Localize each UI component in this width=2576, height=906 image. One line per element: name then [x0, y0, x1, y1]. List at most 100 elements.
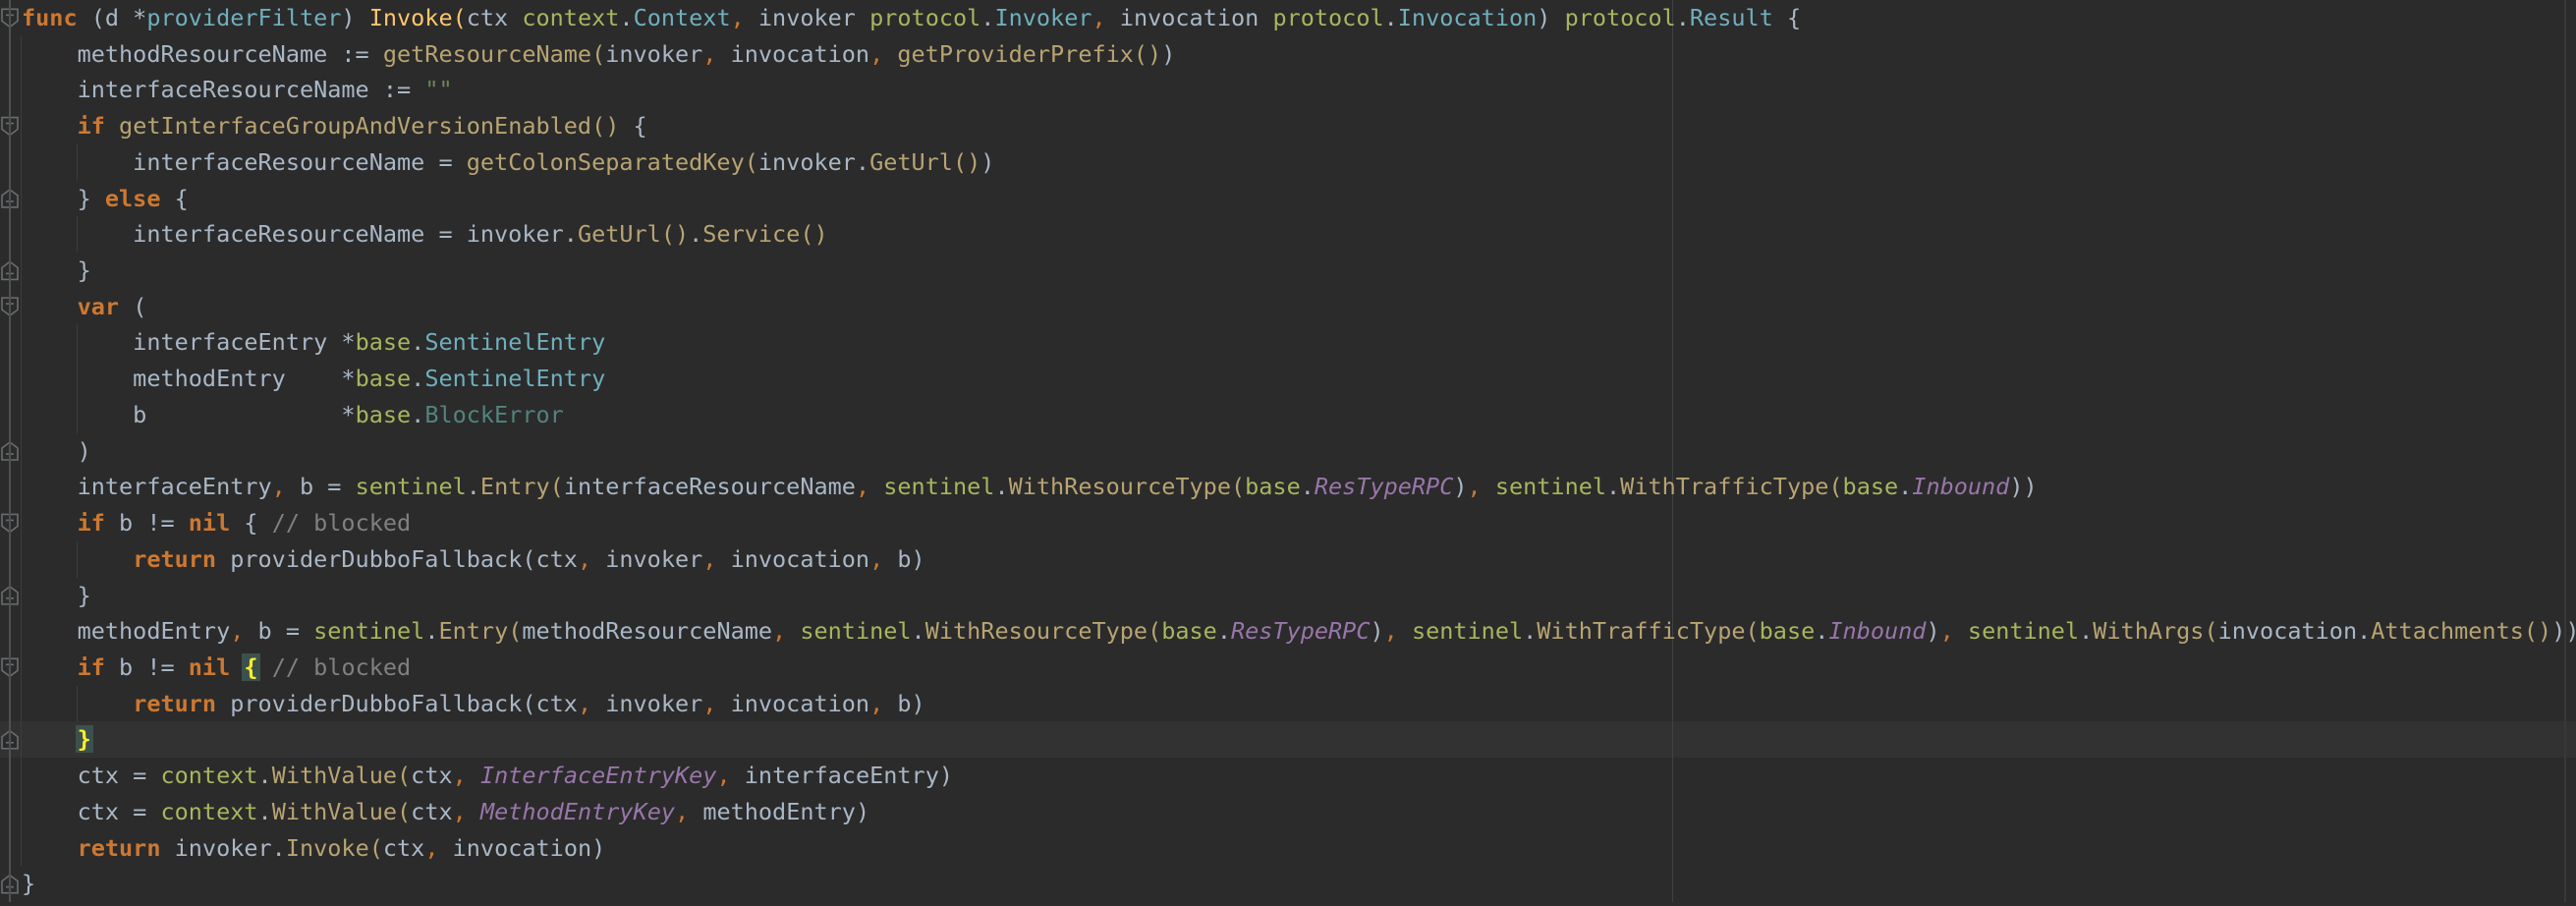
token-pkg: sentinel: [1968, 617, 2079, 645]
token-def: methodEntry: [22, 617, 230, 645]
token-def: )): [2009, 473, 2037, 500]
token-def: b =: [286, 473, 356, 500]
token-cst: Inbound: [1828, 617, 1926, 645]
token-def: invoker: [591, 690, 702, 717]
token-pkg: protocol: [1565, 4, 1676, 31]
code-line[interactable]: ctx = context.WithValue(ctx, MethodEntry…: [22, 794, 2576, 830]
token-fn: WithValue(: [272, 798, 411, 825]
token-def: )): [2551, 617, 2576, 645]
token-def: methodResourceName: [522, 617, 772, 645]
code-line[interactable]: methodEntry *base.SentinelEntry: [22, 361, 2576, 397]
token-def: [22, 545, 133, 573]
code-line[interactable]: if b != nil { // blocked: [22, 650, 2576, 686]
token-typ2: BlockError: [424, 401, 563, 428]
token-def: ): [1370, 617, 1383, 645]
token-def: ): [980, 148, 994, 176]
token-cm: ,: [716, 762, 730, 789]
token-fn: getResourceName(: [383, 40, 605, 68]
code-line[interactable]: interfaceResourceName := "": [22, 72, 2576, 108]
code-line[interactable]: methodEntry, b = sentinel.Entry(methodRe…: [22, 613, 2576, 650]
token-pkg: base: [1760, 617, 1816, 645]
token-def: .: [258, 798, 272, 825]
token-def: ctx: [411, 762, 452, 789]
token-cm: ,: [1092, 4, 1106, 31]
token-def: .: [467, 473, 480, 500]
token-pkg: protocol: [869, 4, 980, 31]
token-def: [883, 40, 897, 68]
code-line[interactable]: if b != nil { // blocked: [22, 505, 2576, 541]
token-def: (: [119, 293, 146, 320]
token-def: .: [1384, 4, 1398, 31]
token-str: "": [424, 76, 452, 103]
token-pkg: sentinel: [800, 617, 911, 645]
token-kw: else: [105, 185, 161, 212]
token-def: b !=: [105, 509, 189, 537]
token-def: [1482, 473, 1495, 500]
token-def: }: [22, 256, 91, 284]
token-pkg: context: [160, 798, 257, 825]
token-def: ): [1537, 4, 1564, 31]
token-decl: Invoke(: [369, 4, 467, 31]
token-def: b !=: [105, 653, 189, 681]
token-cm: ,: [453, 798, 467, 825]
token-def: ctx =: [22, 762, 160, 789]
code-line[interactable]: return providerDubboFallback(ctx, invoke…: [22, 541, 2576, 578]
token-fn: Service(): [702, 220, 827, 248]
token-def: b): [883, 545, 924, 573]
code-line[interactable]: }: [22, 866, 2576, 902]
token-def: invoker: [745, 4, 869, 31]
token-fn: WithResourceType(: [925, 617, 1162, 645]
token-def: ): [1926, 617, 1939, 645]
code-line[interactable]: }: [22, 721, 2576, 758]
code-line[interactable]: }: [22, 578, 2576, 614]
code-line[interactable]: methodResourceName := getResourceName(in…: [22, 36, 2576, 73]
fold-connector-line: [9, 0, 11, 902]
code-line[interactable]: b *base.BlockError: [22, 397, 2576, 433]
code-area[interactable]: func (d *providerFilter) Invoke(ctx cont…: [22, 0, 2576, 902]
code-line[interactable]: ): [22, 433, 2576, 470]
code-line[interactable]: interfaceResourceName = invoker.GetUrl()…: [22, 216, 2576, 253]
token-def: .: [424, 617, 438, 645]
token-typ: Invoker: [994, 4, 1092, 31]
token-cm: ,: [731, 4, 745, 31]
token-def: .: [1523, 617, 1537, 645]
token-cm: ,: [675, 798, 689, 825]
token-def: invocation: [716, 545, 869, 573]
token-def: invocation.: [2218, 617, 2372, 645]
token-def: invoker: [605, 40, 702, 68]
code-line[interactable]: return providerDubboFallback(ctx, invoke…: [22, 686, 2576, 722]
token-pkg: sentinel: [1412, 617, 1523, 645]
token-def: ctx: [411, 798, 452, 825]
token-def: .: [1606, 473, 1620, 500]
code-line[interactable]: }: [22, 253, 2576, 289]
token-def: .: [980, 4, 994, 31]
token-cst: ResTypeRPC: [1315, 473, 1453, 500]
code-line[interactable]: } else {: [22, 181, 2576, 217]
token-def: b *: [22, 401, 356, 428]
code-line[interactable]: interfaceEntry, b = sentinel.Entry(inter…: [22, 469, 2576, 505]
token-fn: WithArgs(: [2093, 617, 2217, 645]
token-cm: ,: [772, 617, 786, 645]
token-kw: if: [78, 509, 105, 537]
token-pkg: base: [1161, 617, 1217, 645]
token-def: [1398, 617, 1412, 645]
code-line[interactable]: return invoker.Invoke(ctx, invocation): [22, 830, 2576, 867]
token-def: .: [411, 328, 424, 356]
code-line[interactable]: ctx = context.WithValue(ctx, InterfaceEn…: [22, 758, 2576, 794]
token-def: [467, 798, 480, 825]
token-cm: ,: [702, 545, 716, 573]
code-line[interactable]: interfaceEntry *base.SentinelEntry: [22, 324, 2576, 361]
token-def: ): [22, 437, 91, 465]
code-line[interactable]: func (d *providerFilter) Invoke(ctx cont…: [22, 0, 2576, 36]
code-line[interactable]: interfaceResourceName = getColonSeparate…: [22, 144, 2576, 181]
code-line[interactable]: var (: [22, 289, 2576, 325]
token-def: [22, 690, 133, 717]
token-cm: ,: [1468, 473, 1482, 500]
token-def: providerDubboFallback(ctx: [216, 545, 578, 573]
token-def: (d *: [78, 4, 147, 31]
token-def: invoker.: [160, 834, 285, 862]
token-kw: func: [22, 4, 78, 31]
code-line[interactable]: if getInterfaceGroupAndVersionEnabled() …: [22, 108, 2576, 144]
token-def: invoker.: [758, 148, 869, 176]
token-cm: ,: [869, 545, 883, 573]
